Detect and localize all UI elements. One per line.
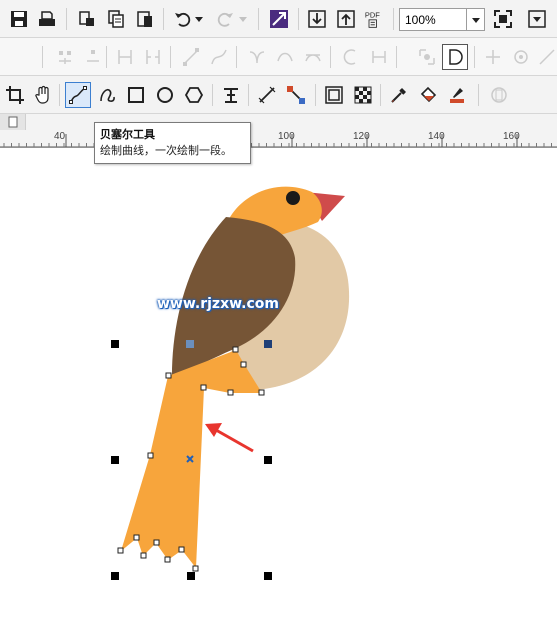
save-icon[interactable]: [6, 6, 32, 32]
tooltip-description: 绘制曲线，一次绘制一段。: [100, 144, 232, 157]
parallel-dimension-tool-icon[interactable]: [254, 82, 280, 108]
zoom-level-combo[interactable]: 100%: [399, 8, 485, 31]
tool-tooltip: 贝塞尔工具 绘制曲线，一次绘制一段。: [94, 122, 251, 164]
bird-eye: [286, 191, 300, 205]
separator: [474, 46, 475, 68]
pdf-label: PDF: [365, 10, 380, 19]
transparency-tool-icon[interactable]: [350, 82, 376, 108]
break-curve-icon[interactable]: [140, 44, 166, 70]
drawing-canvas[interactable]: [0, 148, 557, 635]
color-eyedropper-icon[interactable]: [386, 82, 412, 108]
separator: [170, 46, 171, 68]
ruler-tick-label: 140: [428, 131, 445, 142]
chevron-down-icon[interactable]: [466, 9, 484, 30]
separator: [396, 46, 397, 68]
paste-icon[interactable]: [132, 6, 158, 32]
separator: [258, 8, 259, 30]
page-icon: [8, 116, 17, 128]
symmetrical-node-icon[interactable]: [300, 44, 326, 70]
selection-handle[interactable]: [187, 572, 195, 580]
close-curve-icon[interactable]: [442, 44, 468, 70]
separator: [298, 8, 299, 30]
application-launcher-icon[interactable]: [524, 6, 550, 32]
full-screen-preview-icon[interactable]: [490, 6, 516, 32]
separator: [66, 8, 67, 30]
ruler-tick-label: 100: [278, 131, 295, 142]
bezier-tool-icon[interactable]: [65, 82, 91, 108]
separator: [59, 84, 60, 106]
extend-curve-icon[interactable]: [366, 44, 392, 70]
cusp-node-icon[interactable]: [244, 44, 270, 70]
crop-tool-icon[interactable]: [2, 82, 28, 108]
rotate-nodes-icon[interactable]: [508, 44, 534, 70]
selection-handle[interactable]: [111, 572, 119, 580]
ruler-tick-label: 160: [503, 131, 520, 142]
search-content-icon[interactable]: [266, 6, 292, 32]
pan-tool-icon[interactable]: [30, 82, 56, 108]
property-bar: [0, 38, 557, 107]
zoom-level-value: 100%: [405, 13, 436, 27]
separator: [248, 84, 249, 106]
reverse-direction-icon[interactable]: [338, 44, 364, 70]
ruler-tick-label: 40: [54, 131, 66, 142]
separator: [212, 84, 213, 106]
smart-fill-icon[interactable]: [444, 82, 470, 108]
separator: [380, 84, 381, 106]
text-tool-icon[interactable]: [218, 82, 244, 108]
bird-artwork: [117, 186, 350, 572]
ellipse-tool-icon[interactable]: [152, 82, 178, 108]
standard-toolbar: PDF 100%: [0, 0, 557, 38]
copy-icon[interactable]: [103, 6, 129, 32]
convert-to-line-icon[interactable]: [178, 44, 204, 70]
separator: [236, 46, 237, 68]
delete-node-icon[interactable]: [80, 44, 106, 70]
cut-icon[interactable]: [74, 6, 100, 32]
separator: [106, 46, 107, 68]
polygon-tool-icon[interactable]: [181, 82, 207, 108]
export-icon[interactable]: [333, 6, 359, 32]
selection-handle[interactable]: [111, 340, 119, 348]
selection-handle[interactable]: [264, 456, 272, 464]
interactive-fill-icon[interactable]: [415, 82, 441, 108]
separator: [330, 46, 331, 68]
separator: [393, 8, 394, 30]
smooth-node-icon[interactable]: [272, 44, 298, 70]
connector-tool-icon[interactable]: [283, 82, 309, 108]
join-nodes-icon[interactable]: [112, 44, 138, 70]
ruler-tick-label: 120: [353, 131, 370, 142]
separator: [163, 8, 164, 30]
selection-handle[interactable]: [264, 572, 272, 580]
convert-to-curve-icon[interactable]: [206, 44, 232, 70]
undo-dropdown-icon[interactable]: [192, 6, 206, 32]
reflect-nodes-icon[interactable]: [480, 44, 506, 70]
elastic-mode-icon[interactable]: [534, 44, 557, 70]
watermark-text: www.rjzxw.com: [157, 296, 279, 312]
add-node-icon[interactable]: [52, 44, 78, 70]
separator: [315, 84, 316, 106]
extract-subpath-icon[interactable]: [414, 44, 440, 70]
selection-handle[interactable]: [111, 456, 119, 464]
toolbox: [0, 76, 557, 114]
drop-shadow-tool-icon[interactable]: [321, 82, 347, 108]
contour-tool-icon[interactable]: [486, 82, 512, 108]
redo-icon[interactable]: [212, 6, 238, 32]
import-icon[interactable]: [304, 6, 330, 32]
bird-tail: [121, 350, 262, 568]
separator: [42, 46, 43, 68]
ruler-origin[interactable]: [0, 114, 26, 130]
print-icon[interactable]: [34, 6, 60, 32]
tooltip-title: 贝塞尔工具: [100, 128, 155, 141]
red-arrow-icon: [215, 428, 254, 453]
separator: [478, 84, 479, 106]
redo-dropdown-icon[interactable]: [236, 6, 250, 32]
export-pdf-button[interactable]: PDF: [361, 6, 387, 32]
smart-drawing-tool-icon[interactable]: [94, 82, 120, 108]
rectangle-tool-icon[interactable]: [123, 82, 149, 108]
